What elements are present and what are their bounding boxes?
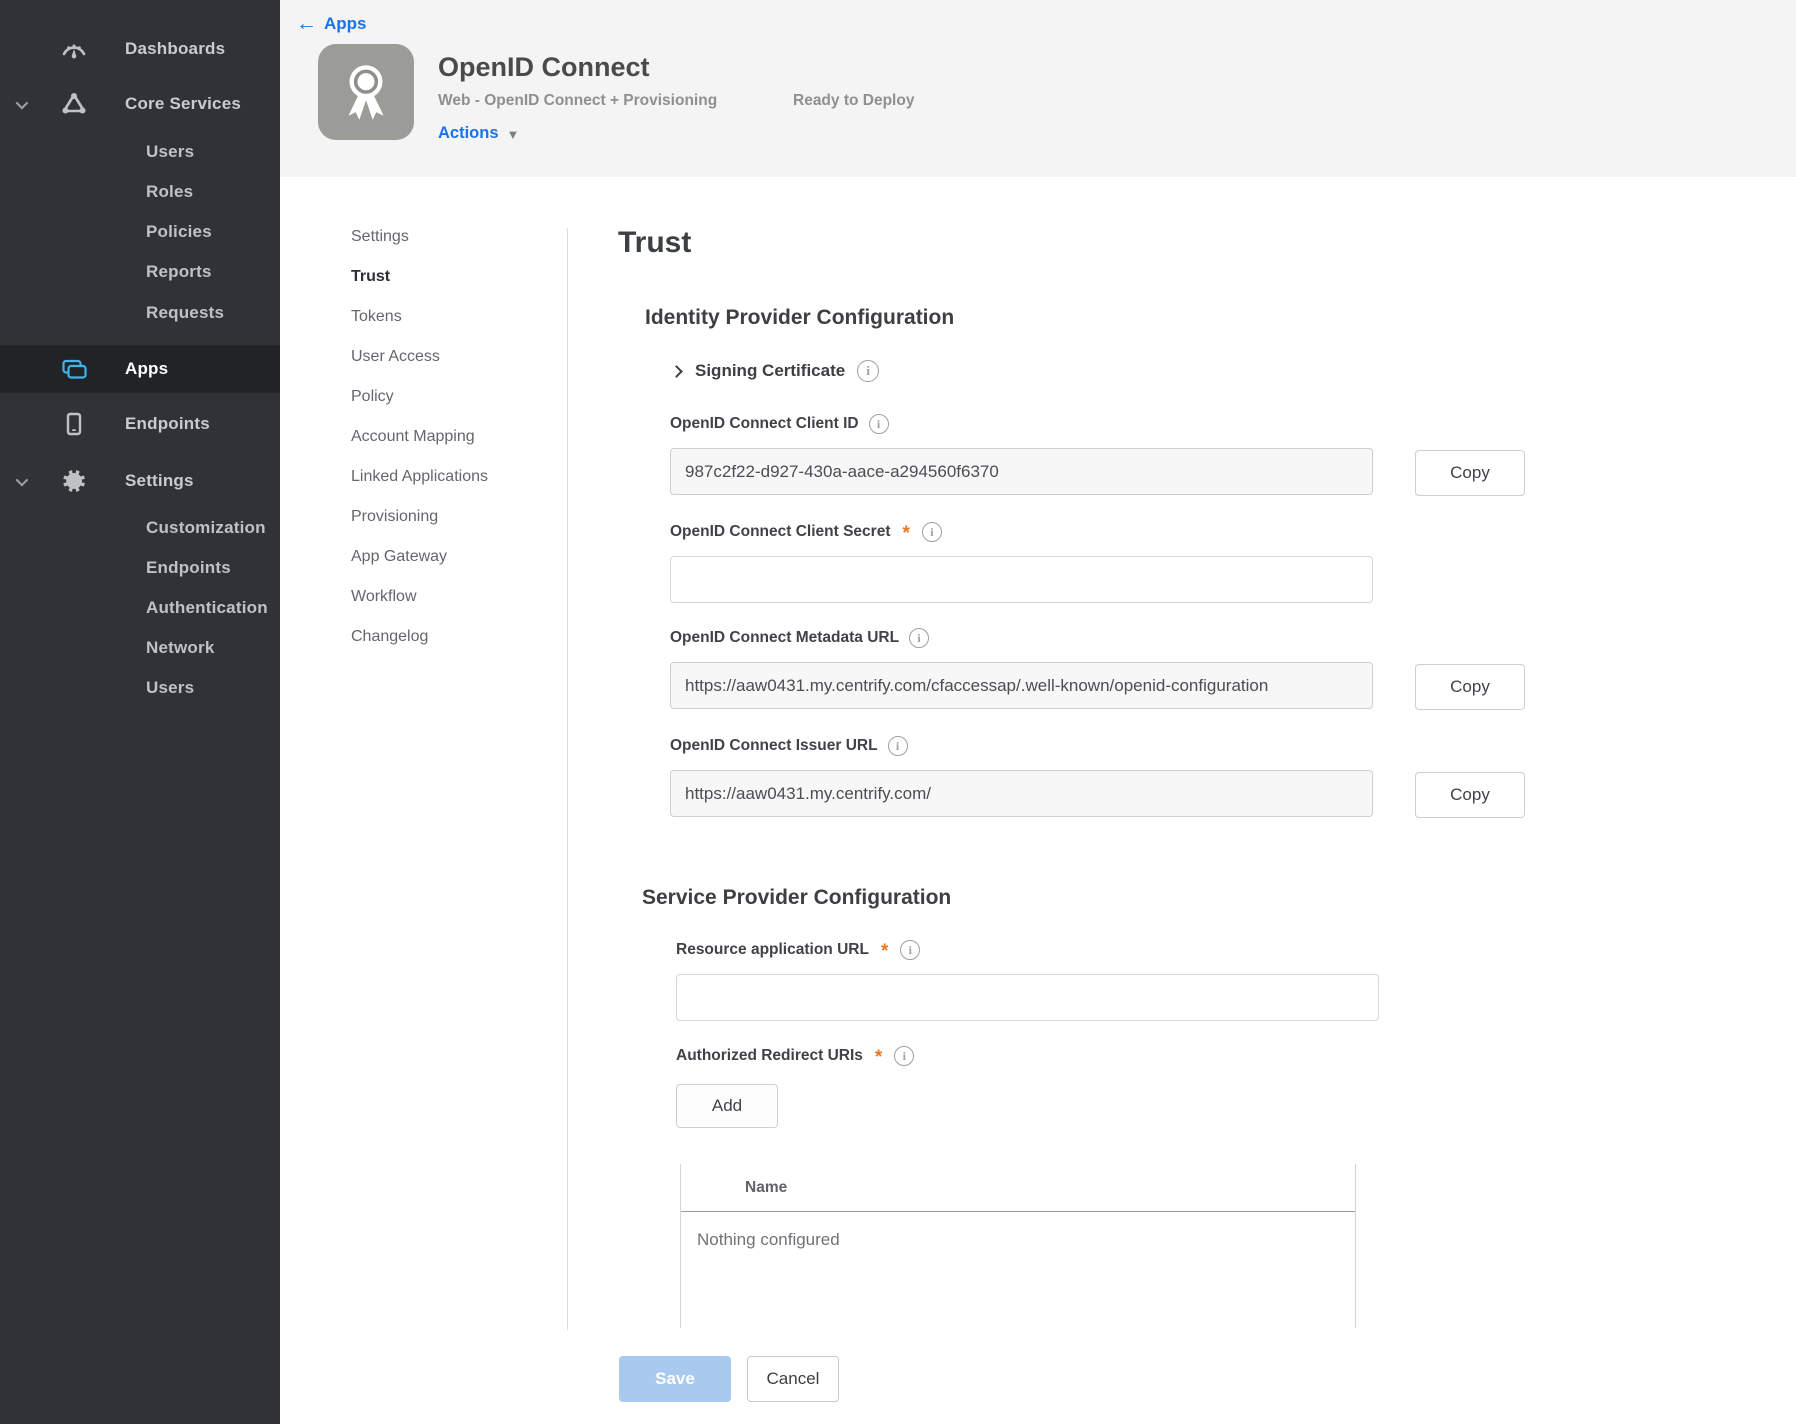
metadata-url-label-row: OpenID Connect Metadata URL i (670, 628, 929, 648)
tab-account-mapping[interactable]: Account Mapping (280, 417, 560, 457)
page-title: Trust (618, 226, 691, 260)
info-icon[interactable]: i (922, 522, 942, 542)
status-badge: Ready to Deploy (793, 92, 914, 110)
table-header-name: Name (681, 1164, 1355, 1212)
core-services-icon (52, 91, 96, 117)
tab-app-gateway[interactable]: App Gateway (280, 537, 560, 577)
back-link-label: Apps (324, 14, 367, 34)
sidebar-item-network[interactable]: Network (0, 628, 280, 668)
tab-policy[interactable]: Policy (280, 377, 560, 417)
tab-trust[interactable]: Trust (280, 257, 560, 297)
sidebar-item-policies[interactable]: Policies (0, 212, 280, 252)
tab-changelog[interactable]: Changelog (280, 617, 560, 657)
copy-issuer-url-button[interactable]: Copy (1415, 772, 1525, 818)
sidebar: Dashboards Core Services Users Roles Pol… (0, 0, 280, 1424)
caret-down-icon: ▼ (507, 125, 520, 142)
redirect-uris-label: Authorized Redirect URIs (676, 1047, 863, 1065)
chevron-right-icon (670, 365, 683, 378)
tab-user-access[interactable]: User Access (280, 337, 560, 377)
sidebar-item-users[interactable]: Users (0, 132, 280, 172)
client-id-label-row: OpenID Connect Client ID i (670, 414, 889, 434)
issuer-url-label-row: OpenID Connect Issuer URL i (670, 736, 908, 756)
client-secret-label-row: OpenID Connect Client Secret * i (670, 522, 942, 542)
page-app-title: OpenID Connect (438, 52, 650, 83)
info-icon[interactable]: i (894, 1046, 914, 1066)
metadata-url-input[interactable] (670, 662, 1373, 709)
resource-url-label-row: Resource application URL * i (676, 940, 920, 960)
sidebar-item-apps[interactable]: Apps (0, 345, 280, 393)
resource-url-input[interactable] (676, 974, 1379, 1021)
chevron-down-icon (16, 96, 29, 109)
save-button[interactable]: Save (619, 1356, 731, 1402)
metadata-url-label: OpenID Connect Metadata URL (670, 629, 899, 647)
sidebar-item-dashboards[interactable]: Dashboards (0, 29, 280, 69)
resource-url-label: Resource application URL (676, 941, 869, 959)
certificate-ribbon-icon (335, 59, 397, 125)
sidebar-item-roles[interactable]: Roles (0, 172, 280, 212)
app-root: Dashboards Core Services Users Roles Pol… (0, 0, 1796, 1424)
info-icon[interactable]: i (888, 736, 908, 756)
info-icon[interactable]: i (869, 414, 889, 434)
sidebar-item-settings-users[interactable]: Users (0, 668, 280, 708)
app-logo (318, 44, 414, 140)
signing-certificate-label: Signing Certificate (695, 361, 845, 381)
gauge-icon (52, 37, 96, 61)
required-marker: * (875, 1053, 882, 1063)
gear-icon (52, 468, 96, 494)
identity-provider-heading: Identity Provider Configuration (645, 306, 954, 330)
app-type-subtitle: Web - OpenID Connect + Provisioning (438, 92, 717, 110)
endpoint-device-icon (52, 411, 96, 437)
required-marker: * (881, 947, 888, 957)
cancel-button[interactable]: Cancel (747, 1356, 839, 1402)
issuer-url-label: OpenID Connect Issuer URL (670, 737, 878, 755)
required-marker: * (902, 529, 909, 539)
client-secret-input[interactable] (670, 556, 1373, 603)
redirect-uris-table: Name Nothing configured (680, 1164, 1356, 1328)
add-redirect-uri-button[interactable]: Add (676, 1084, 778, 1128)
table-empty-message: Nothing configured (681, 1212, 1355, 1250)
apps-icon (52, 357, 96, 381)
sidebar-item-endpoints[interactable]: Endpoints (0, 404, 280, 444)
actions-label: Actions (438, 124, 499, 143)
tab-provisioning[interactable]: Provisioning (280, 497, 560, 537)
tab-linked-applications[interactable]: Linked Applications (280, 457, 560, 497)
sidebar-item-core-services[interactable]: Core Services (0, 84, 280, 124)
info-icon[interactable]: i (900, 940, 920, 960)
sidebar-item-customization[interactable]: Customization (0, 508, 280, 548)
sidebar-item-settings-endpoints[interactable]: Endpoints (0, 548, 280, 588)
content-divider (567, 228, 568, 1330)
tab-settings[interactable]: Settings (280, 217, 560, 257)
sidebar-item-authentication[interactable]: Authentication (0, 588, 280, 628)
app-section-nav: Settings Trust Tokens User Access Policy… (280, 217, 560, 657)
sidebar-item-requests[interactable]: Requests (0, 293, 280, 333)
back-to-apps-link[interactable]: ← Apps (296, 14, 367, 34)
tab-tokens[interactable]: Tokens (280, 297, 560, 337)
copy-client-id-button[interactable]: Copy (1415, 450, 1525, 496)
actions-menu-button[interactable]: Actions ▼ (438, 124, 519, 143)
redirect-uris-label-row: Authorized Redirect URIs * i (676, 1046, 914, 1066)
sidebar-item-settings[interactable]: Settings (0, 461, 280, 501)
client-id-input[interactable] (670, 448, 1373, 495)
app-header: ← Apps OpenID Connect Web - OpenID Conne… (280, 0, 1796, 177)
copy-metadata-url-button[interactable]: Copy (1415, 664, 1525, 710)
tab-workflow[interactable]: Workflow (280, 577, 560, 617)
client-id-label: OpenID Connect Client ID (670, 415, 859, 433)
issuer-url-input[interactable] (670, 770, 1373, 817)
chevron-down-icon (16, 473, 29, 486)
sidebar-item-reports[interactable]: Reports (0, 252, 280, 292)
back-arrow-icon: ← (296, 15, 317, 33)
info-icon[interactable]: i (909, 628, 929, 648)
info-icon[interactable]: i (857, 360, 879, 382)
service-provider-heading: Service Provider Configuration (642, 886, 951, 910)
signing-certificate-toggle[interactable]: Signing Certificate i (672, 360, 879, 382)
client-secret-label: OpenID Connect Client Secret (670, 523, 890, 541)
